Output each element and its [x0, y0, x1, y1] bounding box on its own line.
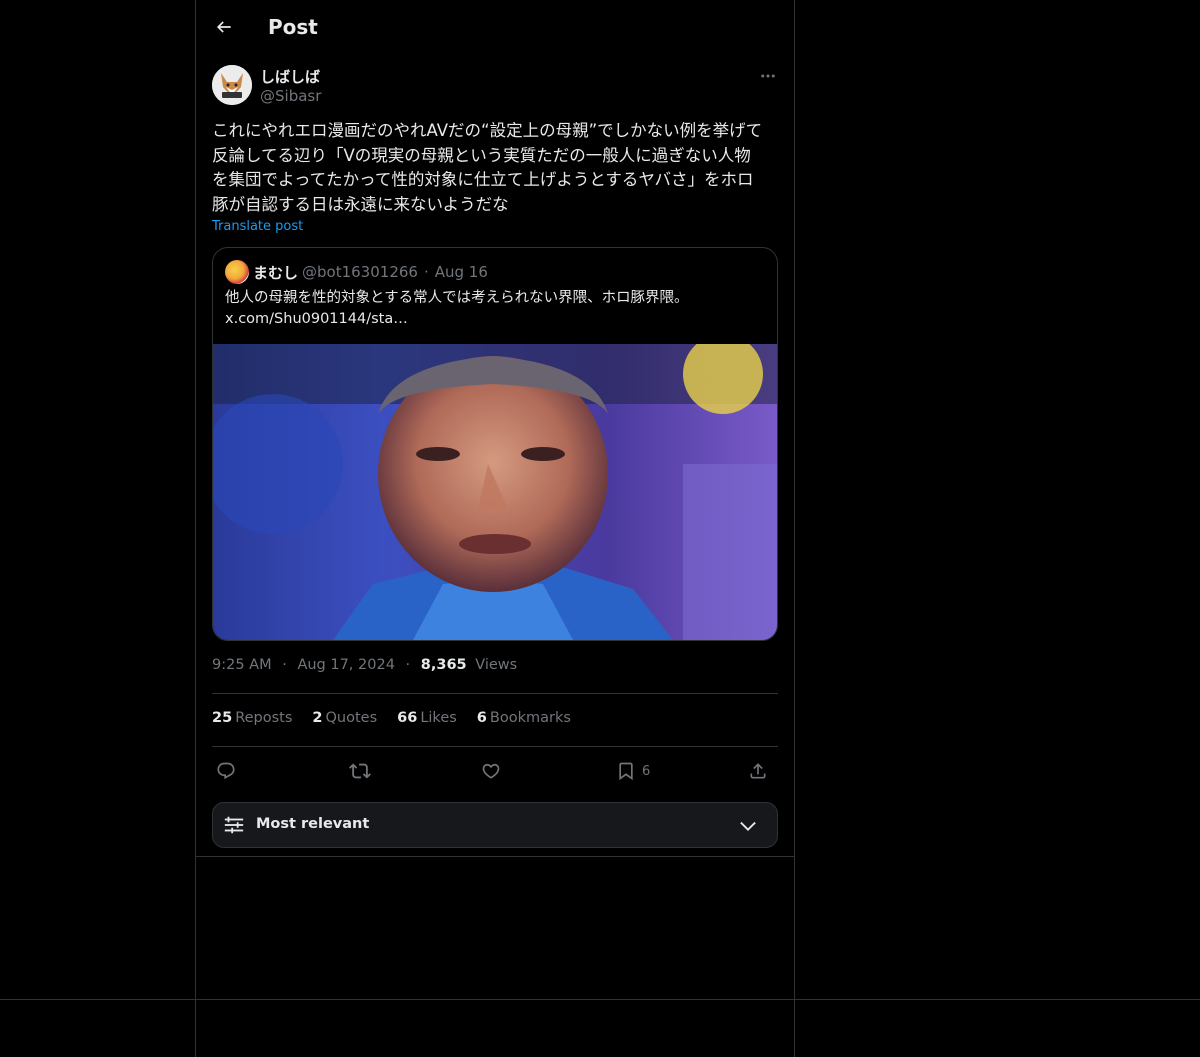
photo-illustration	[213, 344, 777, 640]
quoted-text: 他人の母親を性的対象とする常人では考えられない界隈、ホロ豚界隈。 x.com/S…	[225, 288, 765, 329]
repost-button[interactable]	[349, 759, 371, 783]
action-bar: 6	[212, 757, 778, 785]
translate-post-link[interactable]: Translate post	[212, 219, 303, 234]
quoted-author-name: まむし	[253, 263, 299, 282]
repost-icon	[349, 763, 371, 779]
sort-replies-dropdown[interactable]: Most relevant	[212, 802, 778, 848]
share-icon	[750, 763, 766, 779]
reply-icon	[217, 762, 235, 780]
bookmarks-count: 6	[476, 710, 487, 726]
sort-label: Most relevant	[256, 816, 370, 832]
post-time[interactable]: 9:25 AM	[212, 657, 272, 673]
quoted-author-handle: @bot16301266	[302, 263, 418, 281]
bookmark-button[interactable]: 6	[616, 759, 650, 783]
main-column: Post しばしば @Sibasr これにやれエロ漫画だのやれAVだの“設定上の…	[195, 0, 795, 857]
quoted-text-body: 他人の母親を性的対象とする常人では考えられない界隈、ホロ豚界隈。	[225, 290, 689, 306]
divider	[212, 693, 778, 694]
sort-sliders-icon	[224, 816, 244, 834]
post-meta: 9:25 AM · Aug 17, 2024 · 8,365 Views	[212, 657, 517, 673]
quoted-avatar	[225, 260, 249, 284]
back-arrow-icon	[216, 21, 231, 33]
quoted-media-image[interactable]	[213, 344, 777, 640]
chevron-down-icon	[740, 821, 756, 831]
quotes-label: Quotes	[325, 710, 378, 726]
post-author: しばしば @Sibasr	[212, 64, 778, 108]
column-divider-right	[794, 856, 795, 1057]
separator-dot: ·	[282, 657, 287, 673]
author-name[interactable]: しばしば	[260, 66, 320, 87]
views-label: Views	[475, 657, 518, 673]
views-count: 8,365	[420, 657, 467, 673]
likes-label: Likes	[420, 710, 457, 726]
like-button[interactable]	[481, 759, 501, 783]
post-date[interactable]: Aug 17, 2024	[297, 657, 395, 673]
header: Post	[212, 0, 778, 54]
separator-dot: ·	[423, 263, 429, 281]
post-text: これにやれエロ漫画だのやれAVだの“設定上の母親”でしかない例を挙げて 反論して…	[212, 121, 763, 214]
quotes-count: 2	[312, 710, 323, 726]
fox-avatar-icon	[212, 65, 252, 105]
back-button[interactable]	[212, 15, 236, 39]
like-icon	[482, 763, 500, 779]
quotes-stat[interactable]: 2 Quotes	[312, 710, 377, 726]
reposts-count: 25	[212, 710, 233, 726]
bookmarks-stat[interactable]: 6 Bookmarks	[477, 710, 571, 726]
column-divider-left	[195, 856, 196, 1057]
quoted-date: Aug 16	[434, 263, 488, 281]
avatar[interactable]	[212, 65, 252, 105]
reposts-label: Reposts	[235, 710, 293, 726]
bookmark-count: 6	[642, 763, 651, 779]
post-stats: 25 Reposts 2 Quotes 66 Likes 6 Bookmarks	[212, 710, 591, 726]
share-button[interactable]	[748, 759, 768, 783]
quoted-post-header: まむし @bot16301266 · Aug 16	[225, 260, 488, 284]
reposts-stat[interactable]: 25 Reposts	[212, 710, 292, 726]
page-title: Post	[268, 15, 318, 39]
author-handle[interactable]: @Sibasr	[260, 87, 321, 105]
more-icon	[761, 74, 775, 78]
horizontal-divider	[0, 999, 1200, 1000]
page: Post しばしば @Sibasr これにやれエロ漫画だのやれAVだの“設定上の…	[0, 0, 1200, 1057]
likes-stat[interactable]: 66 Likes	[397, 710, 457, 726]
bookmarks-label: Bookmarks	[489, 710, 571, 726]
quoted-post[interactable]: まむし @bot16301266 · Aug 16 他人の母親を性的対象とする常…	[212, 247, 778, 641]
bookmark-icon	[619, 762, 633, 781]
quoted-link[interactable]: x.com/Shu0901144/sta…	[225, 309, 765, 330]
more-button[interactable]	[758, 66, 778, 86]
separator-dot: ·	[405, 657, 411, 673]
divider	[212, 746, 778, 747]
reply-button[interactable]	[216, 759, 236, 783]
likes-count: 66	[397, 710, 418, 726]
